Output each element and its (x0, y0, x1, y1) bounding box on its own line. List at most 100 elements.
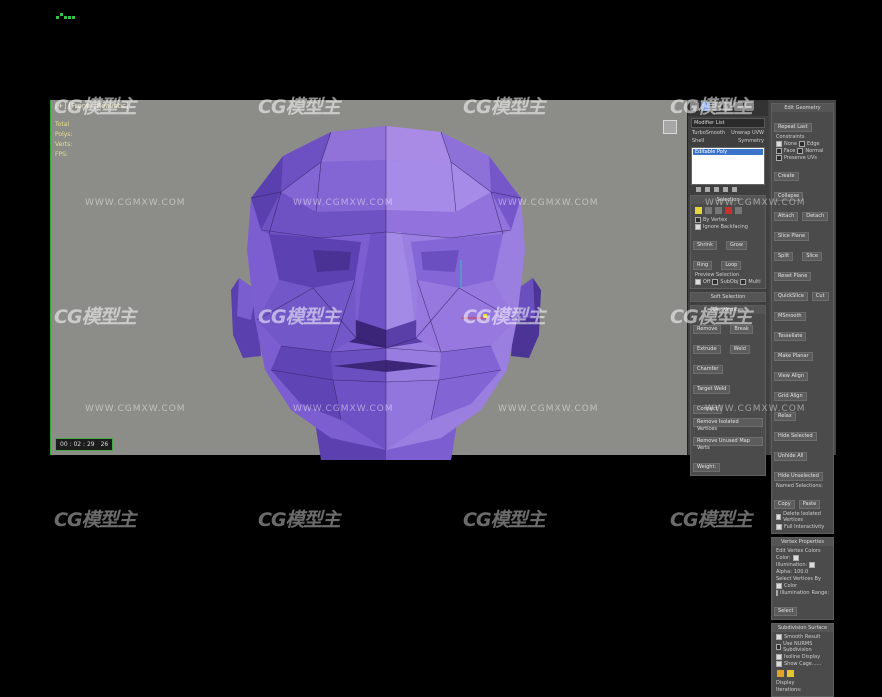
watermark-url-3: WWW.CGMXW.COM (498, 198, 599, 208)
create-button[interactable]: Create (774, 172, 799, 181)
symmetry-button[interactable]: Symmetry (738, 138, 764, 145)
full-interactivity-checkbox[interactable]: Full Interactivity (776, 524, 829, 530)
paste-button[interactable]: Paste (798, 500, 821, 509)
watermark-url-6: WWW.CGMXW.COM (293, 404, 394, 414)
slice-plane-button[interactable]: Slice Plane (774, 232, 810, 241)
polygon-mode-icon[interactable] (725, 207, 732, 214)
iterations-field[interactable]: Iterations: (776, 687, 829, 693)
remove-modifier-icon[interactable] (723, 187, 728, 192)
weld-button[interactable]: Weld (729, 345, 750, 354)
grow-button[interactable]: Grow (725, 241, 747, 250)
ring-button[interactable]: Ring (693, 261, 713, 270)
cage-color-swatches[interactable] (772, 668, 833, 679)
command-panel: Modifier List TurboSmooth Unwrap UVW She… (687, 100, 836, 697)
select-by-illumination-radio[interactable]: Illumination Range: (776, 590, 829, 596)
attach-button[interactable]: Attach (774, 212, 799, 221)
select-by-color-radio[interactable]: Color (776, 583, 829, 589)
modifier-list-dropdown[interactable]: Modifier List (691, 118, 765, 128)
border-mode-icon[interactable] (715, 207, 722, 214)
preview-selection-options[interactable]: Off SubObj Multi (695, 279, 761, 285)
watermark-url-1: WWW.CGMXW.COM (85, 198, 186, 208)
vertex-mode-icon[interactable] (695, 207, 702, 214)
unhide-all-button[interactable]: Unhide All (774, 452, 808, 461)
display-label: Display (776, 680, 795, 686)
pin-stack-icon[interactable] (696, 187, 701, 192)
front-viewport[interactable]: [+] [Front] [Realistic] Total Polys: Ver… (50, 100, 687, 460)
watermark-logo-3: CG模型主 (463, 96, 546, 118)
loop-button[interactable]: Loop (721, 261, 742, 270)
watermark-logo-12: CG模型主 (670, 509, 753, 531)
alpha-field[interactable]: Alpha: 100.0 (776, 569, 829, 575)
remove-unused-map-verts-button[interactable]: Remove Unused Map Verts (693, 437, 763, 451)
by-vertex-checkbox[interactable]: By Vertex (695, 217, 761, 223)
shrink-button[interactable]: Shrink (693, 241, 717, 250)
time-readout: 00 : 02 : 29 26 (55, 438, 114, 451)
copy-button[interactable]: Copy (774, 500, 795, 509)
unwrap-uvw-button[interactable]: Unwrap UVW (731, 130, 764, 137)
select-button[interactable]: Select (774, 607, 798, 616)
smooth-result-checkbox[interactable]: Smooth Result (776, 634, 829, 640)
cage-color-1[interactable] (777, 670, 784, 677)
soft-selection-title[interactable]: Soft Selection (691, 293, 765, 301)
hide-unselected-button[interactable]: Hide Unselected (774, 472, 823, 481)
split-button[interactable]: Split (774, 252, 794, 261)
target-weld-button[interactable]: Target Weld (693, 385, 731, 394)
edit-geometry-title[interactable]: Edit Geometry (772, 104, 833, 112)
stat-polys: Polys: (55, 131, 73, 138)
color-swatch-row[interactable]: Color: (776, 555, 829, 561)
viewport-stats: Total Polys: Verts: FPS: (55, 120, 72, 160)
watermark-logo-9: CG模型主 (54, 509, 137, 531)
delete-isolated-checkbox[interactable]: Delete Isolated Vertices (776, 511, 829, 523)
isoline-display-checkbox[interactable]: Isoline Display (776, 654, 829, 660)
watermark-url-4: WWW.CGMXW.COM (705, 198, 806, 208)
constraint-face-radio[interactable]: Face Normal (776, 148, 829, 154)
soft-selection-rollout: Soft Selection (690, 292, 766, 302)
make-planar-button[interactable]: Make Planar (774, 352, 813, 361)
3dsmax-window: [+] [Front] [Realistic] Total Polys: Ver… (50, 100, 836, 697)
cage-color-2[interactable] (787, 670, 794, 677)
modifier-shortcuts-row2: Shell Symmetry (692, 138, 764, 145)
repeat-last-button[interactable]: Repeat Last (774, 123, 812, 132)
make-unique-icon[interactable] (714, 187, 719, 192)
reset-plane-button[interactable]: Reset Plane (774, 272, 812, 281)
edge-mode-icon[interactable] (705, 207, 712, 214)
watermark-logo-2: CG模型主 (258, 96, 341, 118)
preview-selection-label: Preview Selection (695, 272, 740, 278)
selection-rollout: Selection By Vertex Ignore Backfacing Sh… (690, 195, 766, 289)
hide-selected-button[interactable]: Hide Selected (774, 432, 817, 441)
extrude-button[interactable]: Extrude (693, 345, 721, 354)
quickslice-button[interactable]: QuickSlice (774, 292, 808, 301)
modifier-stack: Editable Poly (691, 147, 765, 185)
vertex-properties-title[interactable]: Vertex Properties (772, 538, 833, 546)
preserve-uvs-checkbox[interactable]: Preserve UVs (776, 155, 829, 161)
remove-isolated-vertices-button[interactable]: Remove Isolated Vertices (693, 418, 763, 432)
shell-button[interactable]: Shell (692, 138, 704, 145)
weight-field[interactable]: Weight: (693, 463, 721, 472)
watermark-logo-11: CG模型主 (463, 509, 546, 531)
view-align-button[interactable]: View Align (774, 372, 808, 381)
configure-sets-icon[interactable] (732, 187, 737, 192)
show-end-result-icon[interactable] (705, 187, 710, 192)
stack-item-editable-poly[interactable]: Editable Poly (693, 149, 763, 155)
geometry-column: Edit Geometry Repeat Last Constraints No… (769, 100, 836, 697)
ignore-backfacing-checkbox[interactable]: Ignore Backfacing (695, 224, 761, 230)
illumination-swatch-row[interactable]: Illumination: (776, 562, 829, 568)
show-cage-checkbox[interactable]: Show Cage...... (776, 661, 829, 667)
msmooth-button[interactable]: MSmooth (774, 312, 806, 321)
element-mode-icon[interactable] (735, 207, 742, 214)
subdivision-surface-title[interactable]: Subdivision Surface (772, 624, 833, 632)
slice-button[interactable]: Slice (802, 252, 822, 261)
viewcube-icon[interactable] (663, 120, 677, 134)
watermark-logo-4: CG模型主 (670, 96, 753, 118)
watermark-logo-5: CG模型主 (54, 306, 137, 328)
grid-align-button[interactable]: Grid Align (774, 392, 807, 401)
chamfer-button[interactable]: Chamfer (693, 365, 723, 374)
turbosmooth-button[interactable]: TurboSmooth (692, 130, 725, 137)
constraint-none-radio[interactable]: None Edge (776, 141, 829, 147)
stat-verts: Verts: (55, 141, 73, 148)
detach-button[interactable]: Detach (802, 212, 829, 221)
use-nurms-checkbox[interactable]: Use NURMS Subdivision (776, 641, 829, 653)
edit-vertices-rollout: Edit Vertices Remove Break Extrude Weld … (690, 305, 766, 476)
cut-button[interactable]: Cut (811, 292, 829, 301)
tessellate-button[interactable]: Tessellate (774, 332, 807, 341)
